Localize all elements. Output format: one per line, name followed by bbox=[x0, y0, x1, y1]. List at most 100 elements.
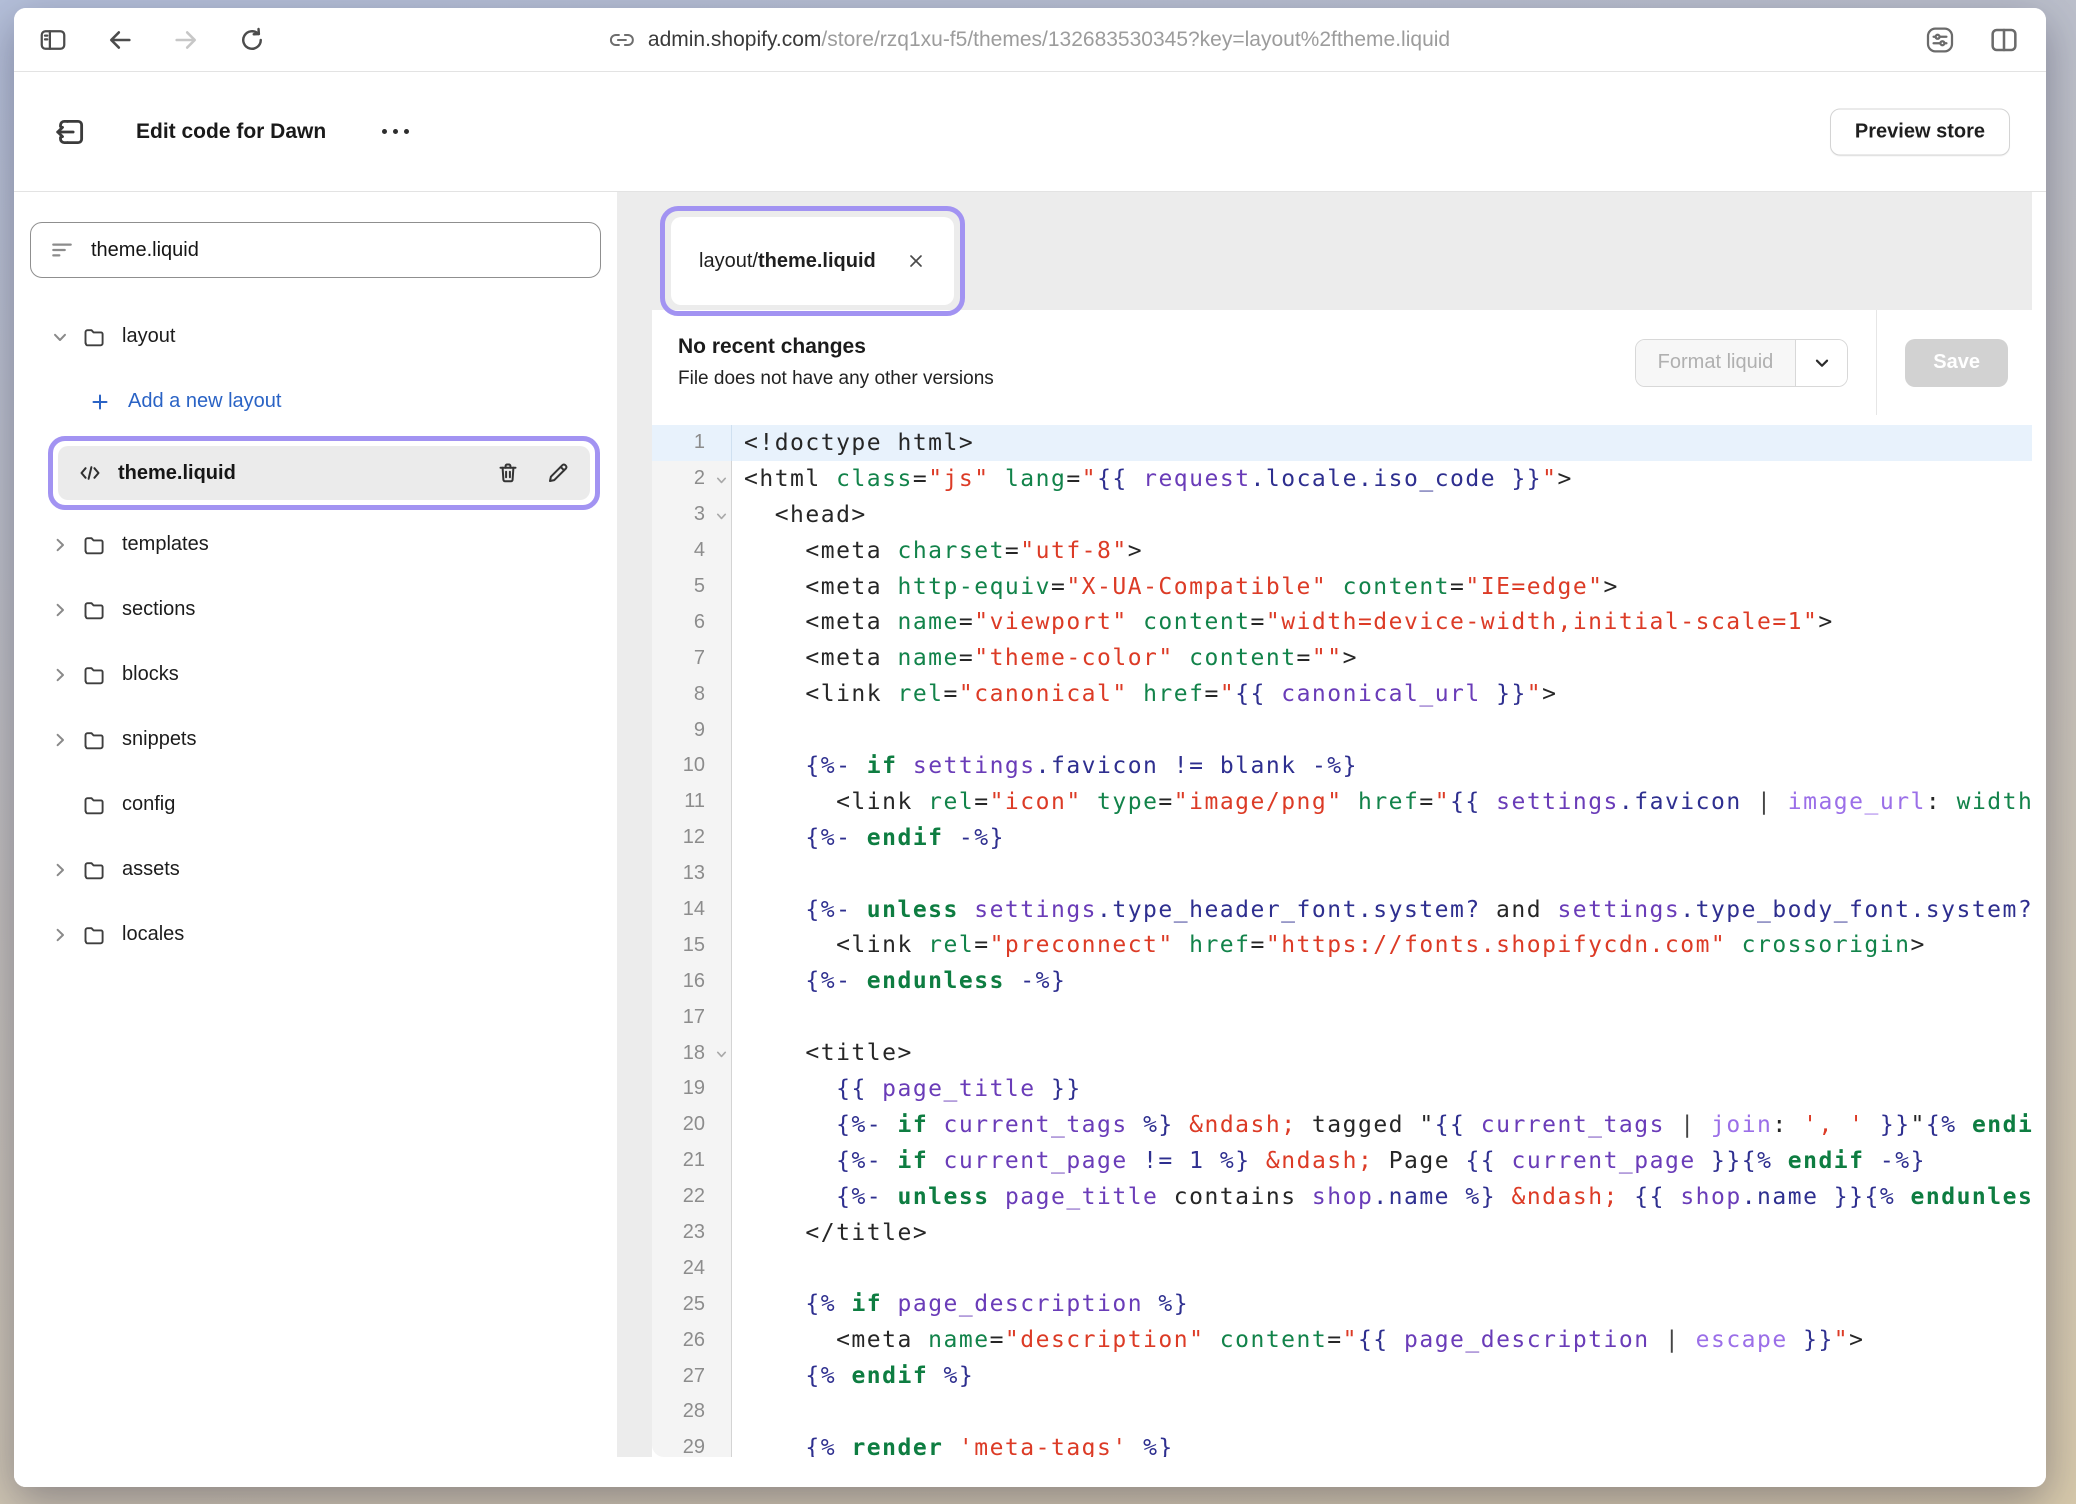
sidebar-item-layout[interactable]: layout bbox=[14, 304, 617, 369]
sidebar-item-config[interactable]: config bbox=[14, 772, 617, 837]
code-line[interactable]: 29 {% render 'meta-tags' %} bbox=[652, 1430, 2032, 1457]
line-gutter: 6 bbox=[652, 604, 732, 640]
code-line-text: <link rel="icon" type="image/png" href="… bbox=[732, 789, 2032, 815]
line-gutter: 26 bbox=[652, 1322, 732, 1358]
save-button[interactable]: Save bbox=[1905, 339, 2008, 387]
code-token: Page bbox=[1373, 1148, 1465, 1174]
chevron-right-icon[interactable] bbox=[48, 533, 82, 557]
code-line[interactable]: 20 {%- if current_tags %} &ndash; tagged… bbox=[652, 1107, 2032, 1143]
code-token: unless bbox=[897, 1184, 989, 1210]
code-token: {{ bbox=[1358, 1327, 1404, 1353]
rename-file-icon[interactable] bbox=[546, 461, 570, 485]
code-token: : bbox=[1772, 1112, 1803, 1138]
reload-icon[interactable] bbox=[238, 26, 266, 54]
back-icon[interactable] bbox=[106, 26, 134, 54]
code-line[interactable]: 14 {%- unless settings.type_header_font.… bbox=[652, 892, 2032, 928]
code-line[interactable]: 6 <meta name="viewport" content="width=d… bbox=[652, 604, 2032, 640]
sidebar-item-sections[interactable]: sections bbox=[14, 577, 617, 642]
code-line[interactable]: 25 {% if page_description %} bbox=[652, 1286, 2032, 1322]
split-view-icon[interactable] bbox=[1988, 24, 2020, 56]
line-gutter: 5 bbox=[652, 569, 732, 605]
code-line[interactable]: 7 <meta name="theme-color" content=""> bbox=[652, 640, 2032, 676]
delete-file-icon[interactable] bbox=[496, 461, 520, 485]
code-line[interactable]: 13 bbox=[652, 856, 2032, 892]
line-number: 26 bbox=[683, 1329, 731, 1352]
chevron-down-icon[interactable] bbox=[48, 325, 82, 349]
tab-theme-liquid[interactable]: layout/theme.liquid bbox=[671, 217, 954, 305]
code-line[interactable]: 10 {%- if settings.favicon != blank -%} bbox=[652, 748, 2032, 784]
code-line[interactable]: 3 <head> bbox=[652, 497, 2032, 533]
code-token: }} bbox=[1803, 1327, 1834, 1353]
code-line[interactable]: 15 <link rel="preconnect" href="https://… bbox=[652, 927, 2032, 963]
code-line[interactable]: 18 <title> bbox=[652, 1035, 2032, 1071]
code-line[interactable]: 16 {%- endunless -%} bbox=[652, 963, 2032, 999]
code-token: " bbox=[1911, 1112, 1926, 1138]
code-token: {%- bbox=[836, 1184, 897, 1210]
code-line[interactable]: 17 bbox=[652, 999, 2032, 1035]
sidebar-item-snippets[interactable]: snippets bbox=[14, 707, 617, 772]
sidebar-item-locales[interactable]: locales bbox=[14, 902, 617, 967]
code-line[interactable]: 23 </title> bbox=[652, 1215, 2032, 1251]
code-line[interactable]: 4 <meta charset="utf-8"> bbox=[652, 533, 2032, 569]
line-number: 6 bbox=[694, 611, 731, 634]
code-line[interactable]: 27 {% endif %} bbox=[652, 1358, 2032, 1394]
forward-icon bbox=[172, 26, 200, 54]
format-options-dropdown[interactable] bbox=[1795, 340, 1847, 386]
file-sidebar: layoutAdd a new layout theme.liquid templa… bbox=[14, 192, 617, 1487]
code-line[interactable]: 28 bbox=[652, 1394, 2032, 1430]
code-line[interactable]: 24 bbox=[652, 1250, 2032, 1286]
file-search-box[interactable] bbox=[30, 222, 601, 278]
add-new-layout-button[interactable]: Add a new layout bbox=[14, 369, 617, 434]
code-token: current_page bbox=[1512, 1148, 1696, 1174]
code-token: = bbox=[990, 1327, 1005, 1353]
chevron-right-icon[interactable] bbox=[48, 923, 82, 947]
sidebar-item-theme-liquid[interactable]: theme.liquid bbox=[58, 446, 590, 500]
code-line[interactable]: 22 {%- unless page_title contains shop.n… bbox=[652, 1179, 2032, 1215]
address-bar[interactable]: admin.shopify.com/store/rzq1xu-f5/themes… bbox=[610, 8, 1450, 71]
code-line[interactable]: 21 {%- if current_page != 1 %} &ndash; P… bbox=[652, 1143, 2032, 1179]
code-line[interactable]: 2<html class="js" lang="{{ request.local… bbox=[652, 461, 2032, 497]
code-line[interactable]: 9 bbox=[652, 712, 2032, 748]
code-token: if bbox=[897, 1148, 928, 1174]
line-gutter: 7 bbox=[652, 640, 732, 676]
line-gutter: 13 bbox=[652, 856, 732, 892]
code-token: rel bbox=[928, 932, 974, 958]
sidebar-item-blocks[interactable]: blocks bbox=[14, 642, 617, 707]
code-line[interactable]: 1<!doctype html> bbox=[652, 425, 2032, 461]
close-tab-icon[interactable] bbox=[906, 251, 926, 271]
line-number: 1 bbox=[694, 431, 731, 454]
code-line[interactable]: 11 <link rel="icon" type="image/png" hre… bbox=[652, 784, 2032, 820]
more-actions-button[interactable] bbox=[382, 129, 409, 134]
preview-store-button[interactable]: Preview store bbox=[1830, 108, 2010, 155]
browser-settings-icon[interactable] bbox=[1924, 24, 1956, 56]
sidebar-item-assets[interactable]: assets bbox=[14, 837, 617, 902]
code-token: -%} bbox=[1312, 753, 1358, 779]
code-line[interactable]: 26 <meta name="description" content="{{ … bbox=[652, 1322, 2032, 1358]
fold-toggle-icon[interactable] bbox=[714, 473, 729, 488]
code-editor[interactable]: 1<!doctype html>2<html class="js" lang="… bbox=[652, 415, 2032, 1457]
code-token: "X-UA-Compatible" bbox=[1066, 574, 1327, 600]
format-liquid-button[interactable]: Format liquid bbox=[1636, 340, 1796, 386]
code-token bbox=[1005, 968, 1020, 994]
tab-path: layout/ bbox=[699, 250, 758, 273]
sidebar-toggle-icon[interactable] bbox=[38, 25, 68, 55]
code-line[interactable]: 12 {%- endif -%} bbox=[652, 820, 2032, 856]
fold-toggle-icon[interactable] bbox=[714, 508, 729, 523]
search-input[interactable] bbox=[91, 239, 582, 262]
code-token: != bbox=[1174, 753, 1205, 779]
fold-toggle-icon[interactable] bbox=[714, 1047, 729, 1062]
exit-editor-icon[interactable] bbox=[54, 115, 88, 149]
chevron-right-icon[interactable] bbox=[48, 858, 82, 882]
sidebar-item-templates[interactable]: templates bbox=[14, 512, 617, 577]
code-token: href bbox=[1358, 789, 1419, 815]
code-token bbox=[1082, 789, 1097, 815]
code-line[interactable]: 5 <meta http-equiv="X-UA-Compatible" con… bbox=[652, 569, 2032, 605]
code-token: > bbox=[1849, 1327, 1864, 1353]
code-line[interactable]: 19 {{ page_title }} bbox=[652, 1071, 2032, 1107]
code-line[interactable]: 8 <link rel="canonical" href="{{ canonic… bbox=[652, 676, 2032, 712]
code-token: name bbox=[928, 1327, 989, 1353]
chevron-right-icon[interactable] bbox=[48, 663, 82, 687]
chevron-right-icon[interactable] bbox=[48, 728, 82, 752]
code-token: content bbox=[1189, 645, 1296, 671]
chevron-right-icon[interactable] bbox=[48, 598, 82, 622]
